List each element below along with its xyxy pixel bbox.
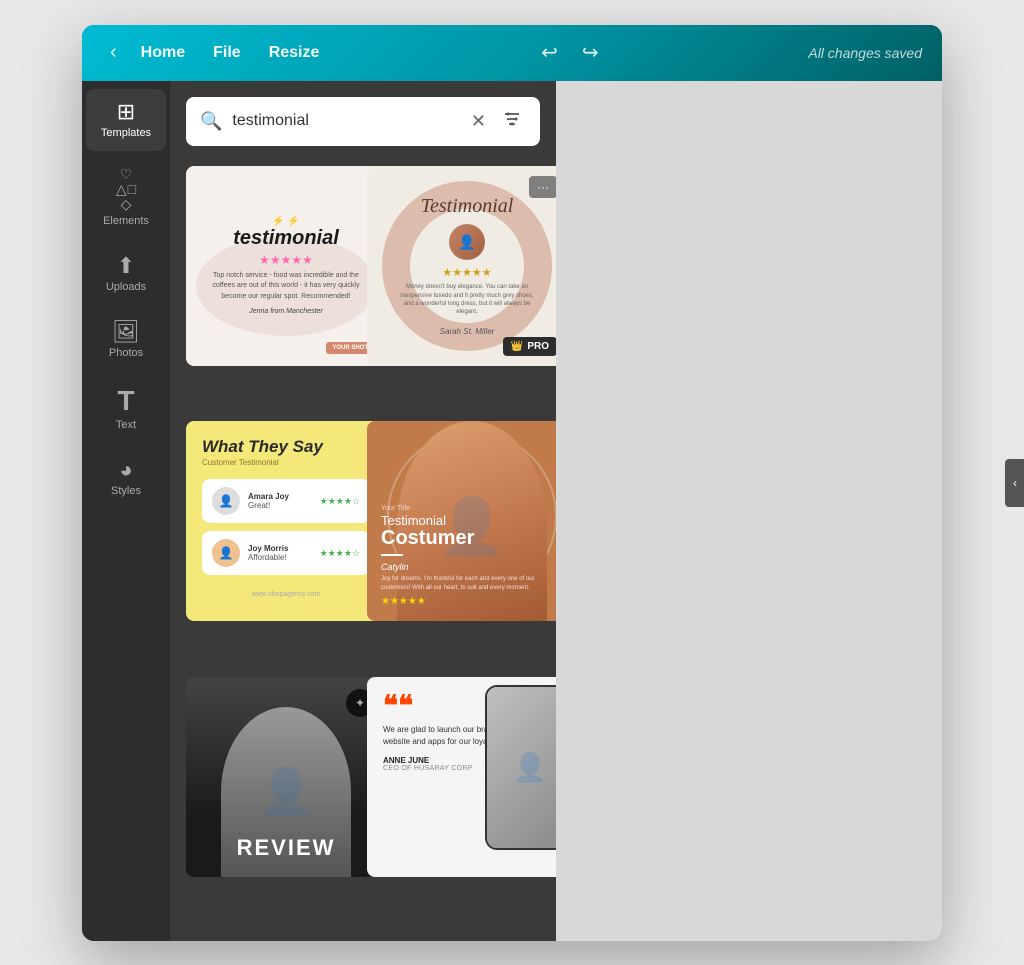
template-card-2[interactable]: ··· Testimonial 👤 ★★★★★ Money doesn't bu… [367, 166, 556, 366]
canvas-area [556, 81, 942, 941]
search-icon: 🔍 [200, 111, 222, 132]
review-1-info: Amara Joy Great! [248, 492, 312, 510]
template-card-6[interactable]: ❝❝ We are glad to launch our brand new w… [367, 677, 556, 877]
template-4-content: Your Title Testimonial Costumer Catylin … [381, 505, 553, 607]
sidebar-item-styles[interactable]: ◕ Styles [86, 447, 166, 509]
template-4-text: Joy for dreams, I'm thankful for each an… [381, 575, 553, 592]
search-input[interactable] [232, 112, 458, 130]
template-1-author: Jenna from Manchester [211, 308, 361, 315]
review-2-name: Joy Morris [248, 544, 312, 553]
review-1-name: Amara Joy [248, 492, 312, 501]
template-2-text: Money doesn't buy elegance. You can take… [397, 283, 537, 317]
template-1-stars: ★★★★★ [211, 253, 361, 267]
photos-icon: 🖼 [112, 321, 140, 343]
undo-button[interactable]: ↩ [537, 36, 562, 69]
template-5-text: REVIEW [186, 835, 386, 861]
template-1-text: Top notch service - food was incredible … [211, 271, 361, 303]
search-clear-button[interactable]: ✕ [469, 109, 488, 134]
top-bar: ‹ Home File Resize ↩ ↪ All changes saved [82, 25, 942, 81]
review-1-text: Great! [248, 501, 312, 510]
template-1-lightning: ⚡ ⚡ [211, 216, 361, 227]
search-wrapper: 🔍 ✕ [186, 97, 540, 146]
template-6-phone: 👤 [485, 685, 556, 850]
template-card-4[interactable]: 👤 Your Title Testimonial Costumer Catyli… [367, 421, 556, 621]
template-3-review-2: 👤 Joy Morris Affordable! ★★★★☆ [202, 531, 370, 575]
template-card-5[interactable]: 👤 ✦ REVIEW [186, 677, 386, 877]
styles-icon: ◕ [119, 459, 132, 481]
template-2-avatar: 👤 [449, 224, 485, 260]
phone-screen: 👤 [487, 687, 556, 848]
search-filter-button[interactable] [498, 107, 526, 136]
home-nav[interactable]: Home [129, 38, 197, 68]
redo-button[interactable]: ↪ [578, 36, 603, 69]
review-1-avatar: 👤 [212, 487, 240, 515]
review-2-stars: ★★★★☆ [320, 548, 360, 559]
template-4-main-title: Testimonial [381, 513, 553, 528]
templates-icon: ⊞ [117, 101, 135, 123]
template-2-title: Testimonial [421, 195, 514, 218]
uploads-label: Uploads [106, 281, 146, 293]
template-4-big-title: Costumer [381, 528, 553, 548]
sidebar-item-elements[interactable]: ♡△□◇ Elements [86, 155, 166, 239]
photos-label: Photos [109, 347, 143, 359]
template-4-stars: ★★★★★ [381, 596, 553, 607]
search-bar: 🔍 ✕ [170, 81, 556, 158]
sidebar: ⊞ Templates ♡△□◇ Elements ⬆ Uploads 🖼 Ph… [82, 81, 170, 941]
app-window: ‹ Home File Resize ↩ ↪ All changes saved… [82, 25, 942, 941]
template-3-subtitle: Customer Testimonial [202, 458, 370, 467]
save-status: All changes saved [808, 45, 922, 61]
review-1-stars: ★★★★☆ [320, 496, 360, 507]
template-3-footer: www.shopagency.com [202, 591, 370, 598]
text-label: Text [116, 419, 136, 431]
template-3-title: What They Say [202, 437, 370, 457]
resize-nav[interactable]: Resize [257, 38, 332, 68]
sidebar-item-uploads[interactable]: ⬆ Uploads [86, 243, 166, 305]
main-area: ⊞ Templates ♡△□◇ Elements ⬆ Uploads 🖼 Ph… [82, 81, 942, 941]
template-2-author: Sarah St. Miller [440, 327, 495, 336]
template-card-1[interactable]: ⚡ ⚡ testimonial ★★★★★ Top notch service … [186, 166, 386, 366]
template-5-review-title: REVIEW [186, 835, 386, 861]
top-bar-center: ↩ ↪ [339, 36, 800, 69]
template-1-title: testimonial [211, 227, 361, 250]
review-2-avatar: 👤 [212, 539, 240, 567]
template-card-3[interactable]: What They Say Customer Testimonial 👤 Ama… [186, 421, 386, 621]
sidebar-item-text[interactable]: T Text [86, 375, 166, 443]
top-bar-left: ‹ Home File Resize [102, 37, 331, 68]
sidebar-item-templates[interactable]: ⊞ Templates [86, 89, 166, 151]
templates-grid: ⚡ ⚡ testimonial ★★★★★ Top notch service … [170, 158, 556, 941]
templates-label: Templates [101, 127, 151, 139]
elements-label: Elements [103, 215, 149, 227]
file-nav[interactable]: File [201, 38, 253, 68]
text-icon: T [117, 387, 134, 415]
content-panel: 🔍 ✕ [170, 81, 556, 941]
template-2-stars: ★★★★★ [442, 266, 491, 279]
template-4-small-title: Your Title [381, 505, 553, 512]
template-3-review-1: 👤 Amara Joy Great! ★★★★☆ [202, 479, 370, 523]
review-2-info: Joy Morris Affordable! [248, 544, 312, 562]
review-2-text: Affordable! [248, 553, 312, 562]
template-4-name: Catylin [381, 562, 553, 572]
back-button[interactable]: ‹ [102, 37, 125, 68]
template-4-divider [381, 554, 403, 556]
elements-icon: ♡△□◇ [115, 167, 137, 211]
sidebar-item-photos[interactable]: 🖼 Photos [86, 309, 166, 371]
styles-label: Styles [111, 485, 141, 497]
uploads-icon: ⬆ [117, 255, 135, 277]
